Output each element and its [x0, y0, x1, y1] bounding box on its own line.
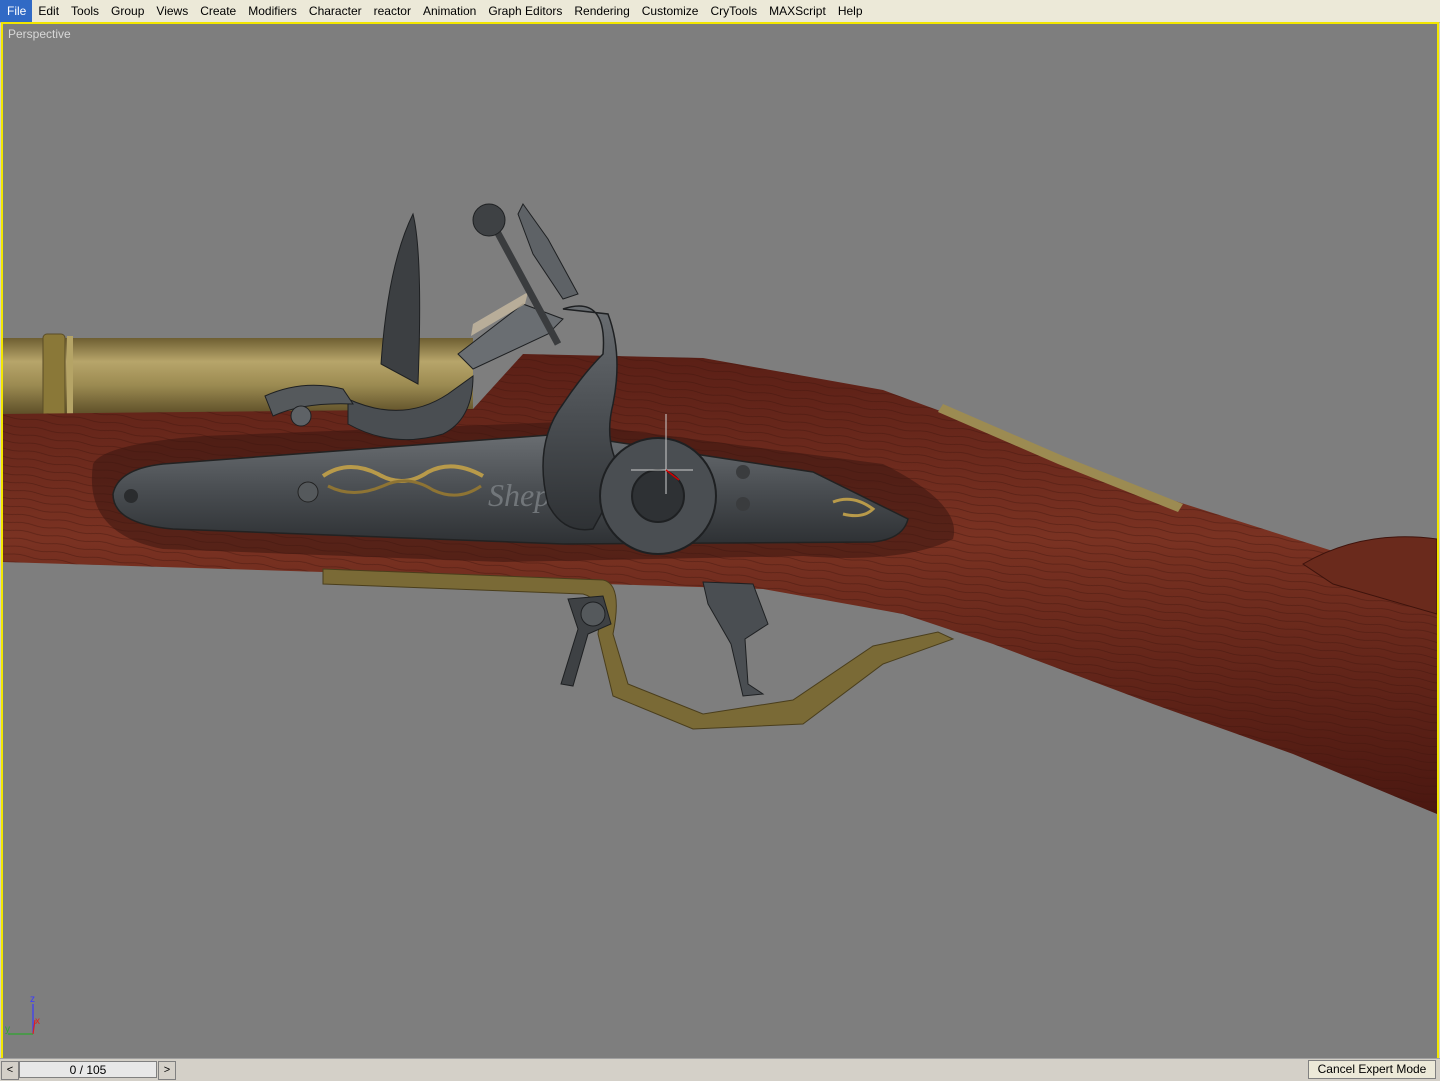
cancel-expert-mode-button[interactable]: Cancel Expert Mode [1308, 1060, 1436, 1079]
frame-counter: 0 / 105 [69, 1063, 107, 1077]
menu-file[interactable]: File [0, 0, 33, 22]
menu-edit[interactable]: Edit [32, 0, 65, 22]
menu-create[interactable]: Create [194, 0, 242, 22]
menu-bar: File Edit Tools Group Views Create Modif… [0, 0, 1440, 23]
axis-y-label: y [5, 1024, 10, 1035]
menu-rendering[interactable]: Rendering [568, 0, 635, 22]
menu-group[interactable]: Group [105, 0, 150, 22]
menu-crytools[interactable]: CryTools [704, 0, 763, 22]
axis-x-label: x [35, 1016, 40, 1027]
time-slider[interactable]: 0 / 105 [19, 1061, 157, 1078]
menu-character[interactable]: Character [303, 0, 368, 22]
viewport-label[interactable]: Perspective [8, 27, 71, 41]
menu-help[interactable]: Help [832, 0, 869, 22]
menu-reactor[interactable]: reactor [368, 0, 417, 22]
axis-gizmo: z x y [5, 994, 40, 1035]
menu-customize[interactable]: Customize [636, 0, 705, 22]
next-frame-button[interactable]: > [158, 1061, 176, 1080]
menu-maxscript[interactable]: MAXScript [763, 0, 832, 22]
menu-modifiers[interactable]: Modifiers [242, 0, 303, 22]
bottom-bar: < 0 / 105 > Cancel Expert Mode [0, 1058, 1440, 1081]
previous-frame-button[interactable]: < [1, 1061, 19, 1080]
axis-z-label: z [30, 994, 35, 1005]
flintlock-rifle-model: Shep [3, 203, 1437, 814]
menu-graph-editors[interactable]: Graph Editors [482, 0, 568, 22]
menu-animation[interactable]: Animation [417, 0, 482, 22]
perspective-viewport[interactable]: Shep Perspective z x y [1, 22, 1439, 1060]
engraving-text: Shep [488, 477, 550, 513]
menu-tools[interactable]: Tools [65, 0, 105, 22]
menu-views[interactable]: Views [150, 0, 194, 22]
